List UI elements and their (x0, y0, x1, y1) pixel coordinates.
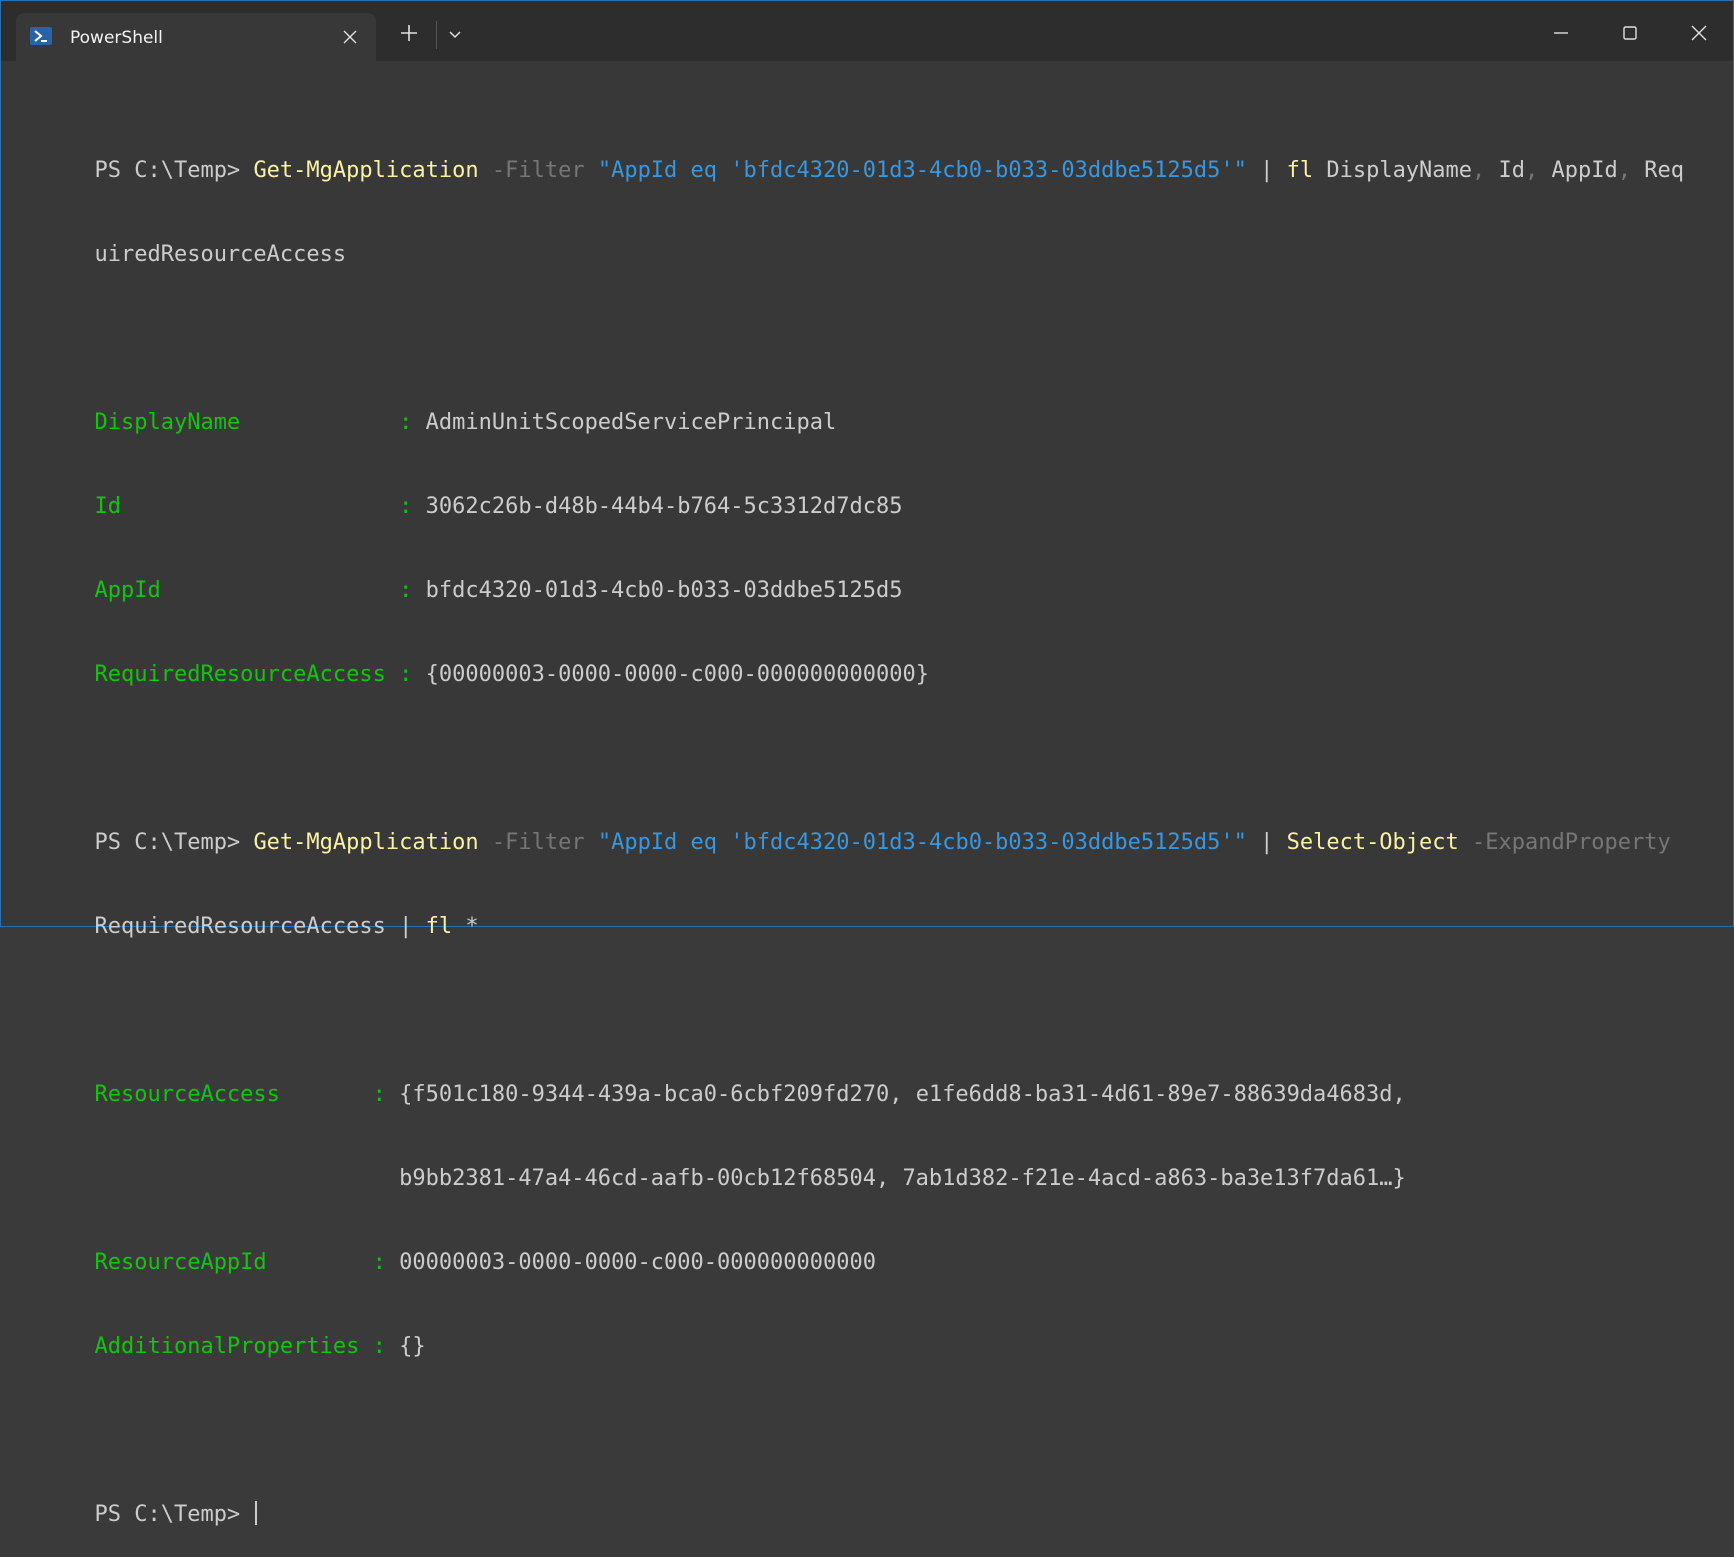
output-row-displayname: DisplayName : AdminUnitScopedServicePrin… (94, 410, 837, 435)
close-tab-icon[interactable] (342, 29, 358, 45)
minimize-icon[interactable] (1549, 21, 1573, 45)
terminal-output[interactable]: PS C:\Temp> Get-MgApplication -Filter "A… (15, 73, 1723, 1527)
output-row-requiredresourceaccess: RequiredResourceAccess : {00000003-0000-… (94, 662, 929, 687)
command-line-2: PS C:\Temp> Get-MgApplication -Filter "A… (94, 830, 1671, 855)
tab-separator (436, 21, 437, 49)
output-row-resourceappid: ResourceAppId : 00000003-0000-0000-c000-… (94, 1250, 876, 1275)
tab-title: PowerShell (70, 28, 163, 48)
command-line-2-wrap: RequiredResourceAccess | fl * (94, 914, 479, 939)
output-row-resourceaccess-continued: b9bb2381-47a4-46cd-aafb-00cb12f68504, 7a… (399, 1166, 1406, 1191)
title-bar: PowerShell (1, 1, 1733, 61)
chevron-down-icon[interactable] (447, 29, 463, 41)
close-window-icon[interactable] (1687, 21, 1711, 45)
tab-powershell[interactable]: PowerShell (16, 13, 376, 61)
command-line-1: PS C:\Temp> Get-MgApplication -Filter "A… (94, 158, 1685, 183)
command-line-1-wrap: uiredResourceAccess (94, 242, 347, 267)
terminal-window: PowerShell PS C:\Temp> Get-MgApplication… (0, 0, 1734, 1527)
output-row-additionalproperties: AdditionalProperties : {} (94, 1334, 426, 1359)
text-cursor (255, 1501, 257, 1525)
new-tab-icon[interactable] (399, 23, 419, 43)
powershell-icon (30, 27, 52, 45)
prompt-line: PS C:\Temp> (15, 1473, 1723, 1527)
maximize-icon[interactable] (1618, 21, 1642, 45)
output-row-resourceaccess: ResourceAccess : {f501c180-9344-439a-bca… (94, 1082, 1406, 1107)
output-row-id: Id : 3062c26b-d48b-44b4-b764-5c3312d7dc8… (94, 494, 903, 519)
output-row-appid: AppId : bfdc4320-01d3-4cb0-b033-03ddbe51… (94, 578, 903, 603)
